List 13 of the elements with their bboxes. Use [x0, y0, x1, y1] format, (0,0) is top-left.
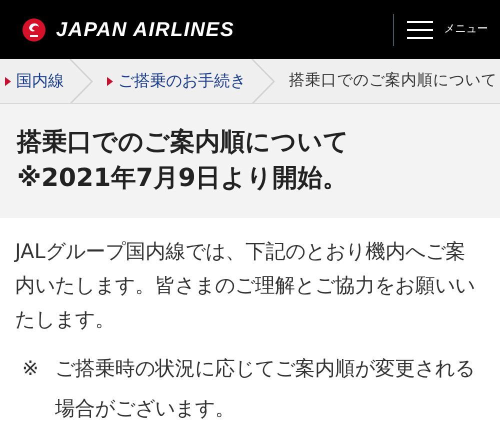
breadcrumb-link[interactable]: ご搭乗のお手続き: [107, 69, 246, 93]
breadcrumb-current: 搭乗口でのご案内順について: [289, 70, 497, 92]
intro-paragraph: JALグループ国内線では、下記のとおり機内へご案内いたします。皆さまのご理解とご協力をお願いいたします。: [15, 238, 476, 333]
menu-button[interactable]: メニュー: [406, 20, 488, 40]
page-title: 搭乗口でのご案内順について ※2021年7月9日より開始。: [17, 126, 350, 194]
breadcrumb-link[interactable]: 国内線: [5, 69, 64, 93]
note-mark: ※: [22, 355, 40, 382]
triangle-icon: [107, 76, 113, 86]
triangle-icon: [5, 76, 11, 86]
menu-icon: [406, 20, 434, 40]
logo-icon: [22, 18, 46, 42]
note-text: ご搭乗時の状況に応じてご案内順が変更される場合がございます。: [55, 355, 476, 422]
brand-name: JAPAN AIRLINES: [56, 18, 234, 42]
